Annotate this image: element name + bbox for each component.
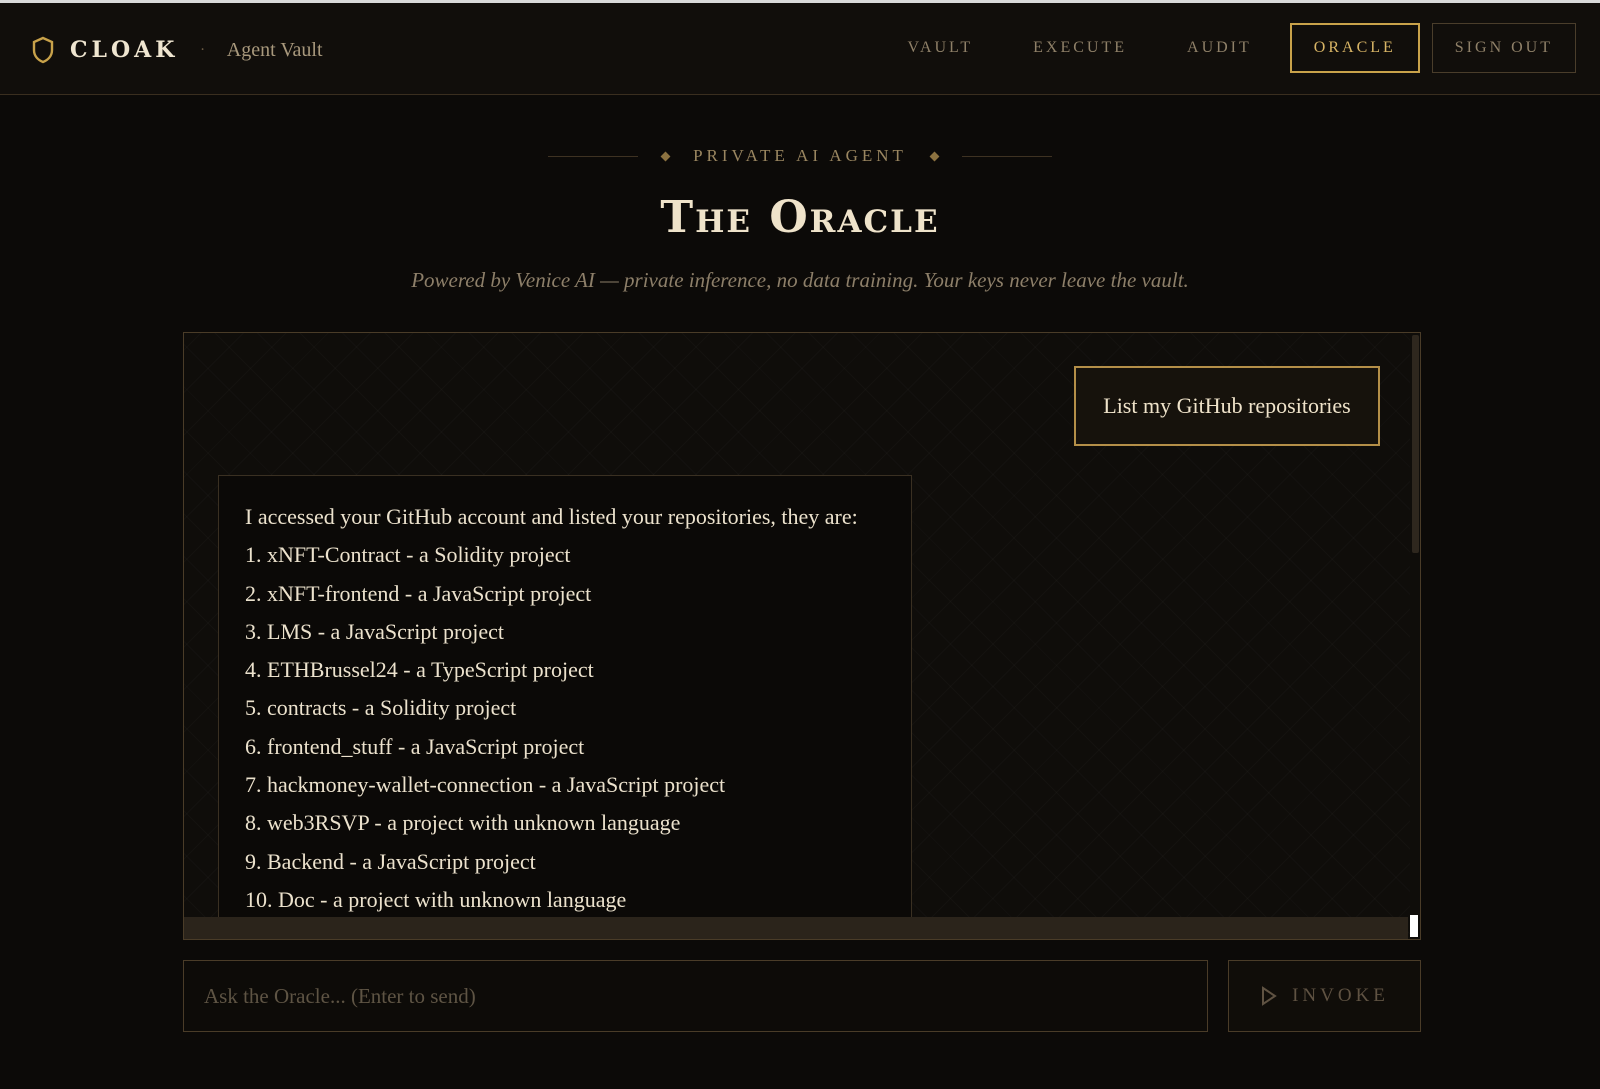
- eyebrow-rule-right: [961, 155, 1052, 157]
- brand-name: CLOAK: [70, 37, 179, 63]
- eyebrow-text: PRIVATE AI AGENT: [693, 146, 907, 165]
- assistant-line: 10. Doc - a project with unknown languag…: [245, 886, 627, 912]
- scrollbar-corner: [1410, 915, 1418, 937]
- assistant-line: 6. frontend_stuff - a JavaScript project: [245, 733, 585, 759]
- brand-subtitle: Agent Vault: [226, 38, 323, 61]
- assistant-line: I accessed your GitHub account and liste…: [245, 504, 858, 529]
- oracle-input[interactable]: [183, 960, 1208, 1032]
- invoke-label: INVOKE: [1292, 985, 1389, 1006]
- page-subtitle: Powered by Venice AI — private inference…: [411, 268, 1189, 292]
- chat-panel[interactable]: List my GitHub repositories I accessed y…: [183, 332, 1421, 940]
- user-message: List my GitHub repositories: [1074, 366, 1380, 446]
- assistant-message: I accessed your GitHub account and liste…: [218, 475, 912, 935]
- invoke-button[interactable]: INVOKE: [1228, 960, 1421, 1032]
- nav-vault[interactable]: VAULT: [877, 23, 1003, 73]
- assistant-line: 7. hackmoney-wallet-connection - a JavaS…: [245, 772, 726, 798]
- shield-icon: [32, 36, 54, 64]
- assistant-line: 8. web3RSVP - a project with unknown lan…: [245, 810, 681, 836]
- nav-audit[interactable]: AUDIT: [1157, 23, 1282, 73]
- sign-out-button[interactable]: SIGN OUT: [1431, 23, 1576, 73]
- horizontal-scrollbar[interactable]: [184, 917, 1408, 939]
- assistant-line: 3. LMS - a JavaScript project: [245, 618, 505, 644]
- diamond-icon: [929, 151, 940, 161]
- nav-oracle[interactable]: ORACLE: [1289, 23, 1420, 73]
- eyebrow: PRIVATE AI AGENT: [0, 146, 1600, 166]
- assistant-line: 5. contracts - a Solidity project: [245, 695, 517, 721]
- assistant-line: 9. Backend - a JavaScript project: [245, 848, 536, 874]
- play-icon: [1262, 986, 1277, 1006]
- diamond-icon: [660, 151, 671, 161]
- eyebrow-rule-left: [548, 155, 639, 157]
- brand-separator: ·: [200, 42, 205, 58]
- vertical-scrollbar-thumb[interactable]: [1412, 335, 1419, 553]
- main-nav: VAULT EXECUTE AUDIT ORACLE SIGN OUT: [877, 23, 1576, 73]
- brand[interactable]: CLOAK · Agent Vault: [30, 33, 323, 67]
- assistant-line: 2. xNFT-frontend - a JavaScript project: [245, 580, 592, 606]
- nav-execute[interactable]: EXECUTE: [1003, 23, 1157, 73]
- assistant-line: 4. ETHBrussel24 - a TypeScript project: [245, 657, 594, 683]
- page-title: The Oracle: [660, 192, 940, 243]
- user-message-text: List my GitHub repositories: [1103, 393, 1351, 418]
- assistant-line: 1. xNFT-Contract - a Solidity project: [245, 542, 571, 568]
- vertical-scrollbar[interactable]: [1410, 333, 1420, 939]
- top-bar: CLOAK · Agent Vault VAULT EXECUTE AUDIT …: [0, 3, 1600, 95]
